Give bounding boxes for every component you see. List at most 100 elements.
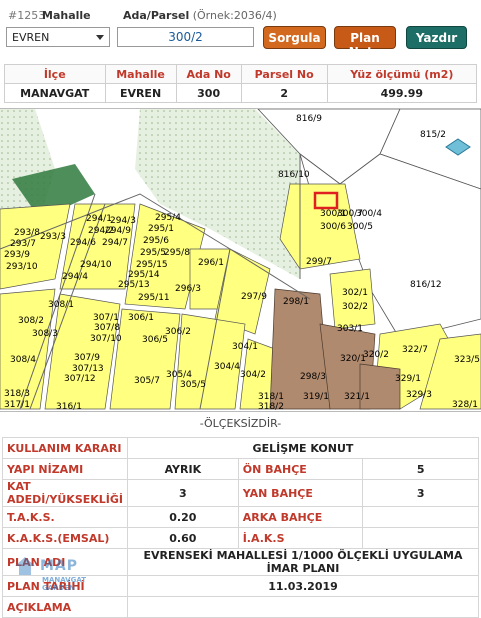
on-bahce-value: 5 [362, 458, 479, 480]
parcel-label: 307/9 [74, 353, 100, 363]
parcel-label: 293/8 [14, 228, 40, 238]
taks-label: T.A.K.S. [2, 506, 128, 528]
plan-tarihi-label: PLAN TARİHİ [2, 575, 128, 597]
details-row: PLAN ADI EVRENSEKİ MAHALLESİ 1/1000 ÖLÇE… [2, 548, 479, 576]
value-ilce: MANAVGAT [4, 83, 106, 103]
details-row: K.A.K.S.(EMSAL) 0.60 İ.A.K.S [2, 527, 479, 549]
parcel-label: 318/3 [4, 389, 30, 399]
kaks-value: 0.60 [127, 527, 239, 549]
parcel-label: 296/1 [198, 258, 224, 268]
parcel-label: 295/4 [155, 213, 181, 223]
ada-parsel-input[interactable]: 300/2 [117, 27, 254, 47]
parcel-label: 306/1 [128, 313, 154, 323]
parcel-label: 293/3 [40, 232, 66, 242]
parcel-label: 308/3 [32, 329, 58, 339]
parcel-label: 329/3 [406, 390, 432, 400]
parcel-label: 307/13 [72, 364, 104, 374]
parcel-label: 329/1 [395, 374, 421, 384]
parcel-label: 307/8 [94, 323, 120, 333]
ada-parsel-label: Ada/Parsel (Örnek:2036/4) [123, 9, 277, 22]
parcel-label: 319/1 [303, 392, 329, 402]
parcel-label: 307/1 [93, 313, 119, 323]
parcel-label: 293/7 [10, 239, 36, 249]
parcel-label: 294/9 [105, 226, 131, 236]
header-ilce: İlçe [4, 64, 106, 84]
parcel-label: 295/6 [143, 236, 169, 246]
search-bar: #1253 Mahalle Ada/Parsel (Örnek:2036/4) … [0, 0, 481, 59]
kullanim-karari-label: KULLANIM KARARI [2, 437, 128, 459]
parcel-label: 295/5 [140, 248, 166, 258]
plan-adi-value: EVRENSEKİ MAHALLESİ 1/1000 ÖLÇEKLİ UYGUL… [127, 548, 479, 576]
parcel-label: 298/1 [283, 297, 309, 307]
parcel-label: 300/6 [320, 222, 346, 232]
zoning-map[interactable]: 816/9 815/2 816/10 300/1 300/7 300/4 300… [0, 108, 481, 412]
details-row: KAT ADEDİ/YÜKSEKLİĞİ 3 YAN BAHÇE 3 [2, 479, 479, 507]
plan-notu-button[interactable]: Plan Notu [334, 26, 396, 59]
parcel-label: 816/10 [278, 170, 310, 180]
taks-value: 0.20 [127, 506, 239, 528]
mahalle-select[interactable]: EVREN [6, 27, 110, 47]
parcel-label: 300/4 [356, 209, 382, 219]
parcel-label: 295/13 [118, 280, 150, 290]
iaks-label: İ.A.K.S [237, 527, 364, 549]
parcel-label: 322/7 [402, 345, 428, 355]
mahalle-label: Mahalle [42, 9, 91, 22]
on-bahce-label: ÖN BAHÇE [237, 458, 364, 480]
parcel-summary-table: İlçe Mahalle Ada No Parsel No Yüz ölçümü… [4, 64, 478, 103]
parcel-label: 816/9 [296, 114, 322, 124]
parcel-label: 318/2 [258, 402, 284, 411]
parcel-label: 304/4 [214, 362, 240, 372]
header-ada-no: Ada No [175, 64, 242, 84]
arka-bahce-value [362, 506, 479, 528]
parcel-label: 305/5 [180, 380, 206, 390]
parcel-label: 295/1 [148, 224, 174, 234]
parcel-label: 300/5 [347, 222, 373, 232]
details-row: PLAN TARİHİ 11.03.2019 [2, 575, 479, 597]
parcel-label: 304/2 [240, 370, 266, 380]
parcel-label: 316/1 [56, 402, 82, 411]
arka-bahce-label: ARKA BAHÇE [237, 506, 364, 528]
parcel-label: 302/1 [342, 288, 368, 298]
header-parsel-no: Parsel No [240, 64, 328, 84]
kat-adedi-value: 3 [127, 479, 239, 507]
parcel-label: 297/9 [241, 292, 267, 302]
kat-adedi-label: KAT ADEDİ/YÜKSEKLİĞİ [2, 479, 128, 507]
parcel-label: 815/2 [420, 130, 446, 140]
yapi-nizami-label: YAPI NİZAMI [2, 458, 128, 480]
yan-bahce-value: 3 [362, 479, 479, 507]
example-hint: (Örnek:2036/4) [192, 9, 277, 22]
parcel-label: 305/7 [134, 376, 160, 386]
parcel-label: 308/1 [48, 300, 74, 310]
parcel-label: 302/2 [342, 302, 368, 312]
parcel-label: 303/1 [337, 324, 363, 334]
parcel-label: 294/1 [86, 214, 112, 224]
details-row: KULLANIM KARARI GELİŞME KONUT [2, 437, 479, 459]
parcel-label: 294/6 [70, 238, 96, 248]
value-ada-no: 300 [175, 83, 242, 103]
parcel-label: 294/3 [110, 216, 136, 226]
parcel-label: 308/4 [10, 355, 36, 365]
value-yuzolcumu: 499.99 [326, 83, 478, 103]
parcel-label: 293/10 [6, 262, 38, 272]
selected-parcel[interactable] [313, 191, 339, 210]
header-yuzolcumu: Yüz ölçümü (m2) [326, 64, 478, 84]
value-parsel-no: 2 [240, 83, 328, 103]
kullanim-karari-value: GELİŞME KONUT [127, 437, 479, 459]
parcel-label: 320/2 [363, 350, 389, 360]
details-row: T.A.K.S. 0.20 ARKA BAHÇE [2, 506, 479, 528]
parcel-label: 295/14 [128, 270, 160, 280]
parcel-label: 295/8 [164, 248, 190, 258]
parcel-label: 307/10 [90, 334, 122, 344]
parcel-label: 299/7 [306, 257, 332, 267]
header-mahalle: Mahalle [104, 64, 177, 84]
iaks-value [362, 527, 479, 549]
kaks-label: K.A.K.S.(EMSAL) [2, 527, 128, 549]
map-canvas[interactable]: 816/9 815/2 816/10 300/1 300/7 300/4 300… [0, 109, 481, 411]
sorgula-button[interactable]: Sorgula [263, 26, 326, 49]
parcel-label: 298/3 [300, 372, 326, 382]
yazdir-button[interactable]: Yazdır [406, 26, 467, 49]
parcel-label: 306/5 [142, 335, 168, 345]
parcel-label: 304/1 [232, 342, 258, 352]
scale-note: -ÖLÇEKSİZDİR- [199, 417, 282, 430]
parcel-label: 318/1 [258, 392, 284, 402]
